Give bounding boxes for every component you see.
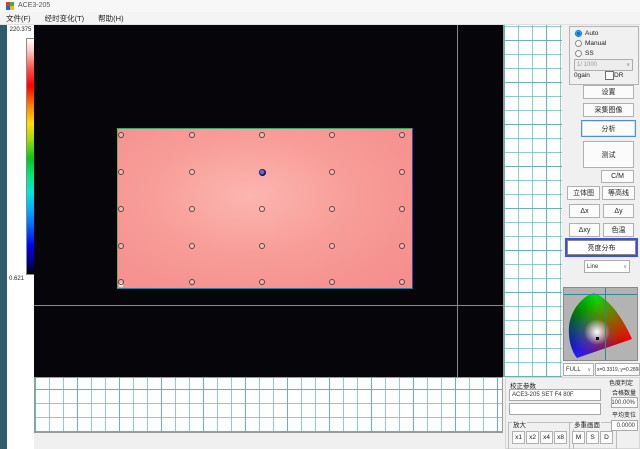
measure-point xyxy=(189,206,195,212)
measure-point xyxy=(118,169,124,175)
measure-point xyxy=(118,279,124,285)
avg-shift-value: 0.0000 xyxy=(611,420,638,431)
scale-max-value: 220.375 xyxy=(7,27,34,33)
zoom-x2-button[interactable]: x2 xyxy=(526,431,539,444)
data-grid-right xyxy=(503,25,565,377)
zoom-x8-button[interactable]: x8 xyxy=(554,431,567,444)
measure-point xyxy=(189,243,195,249)
measure-point xyxy=(189,279,195,285)
line-select-value: Line xyxy=(587,264,598,270)
preset-field-2[interactable] xyxy=(509,403,601,415)
line-select[interactable]: Line ∨ xyxy=(584,260,630,273)
radio-auto-label: Auto xyxy=(585,30,598,37)
cie-crosshair-horizontal xyxy=(564,294,637,295)
delta-x-button[interactable]: Δx xyxy=(569,204,600,218)
zoom-x1-button[interactable]: x1 xyxy=(512,431,525,444)
multi-d-button[interactable]: D xyxy=(600,431,613,444)
radio-ss-icon xyxy=(575,50,582,57)
shutter-select[interactable]: 1/ 1000 ∨ xyxy=(574,59,633,71)
scale-min-value: 0.621 xyxy=(9,276,34,282)
horizontal-split-line xyxy=(34,305,503,306)
delta-xy-button[interactable]: Δxy xyxy=(569,223,600,237)
menu-help[interactable]: 帮助(H) xyxy=(98,13,123,24)
dr-label: DR xyxy=(614,72,623,79)
cie-range-select[interactable]: FULL ∨ xyxy=(563,363,594,376)
measure-point xyxy=(329,206,335,212)
radio-auto[interactable]: Auto xyxy=(575,30,598,37)
settings-button[interactable]: 设置 xyxy=(583,85,634,99)
cie-coordinates: x=0.3319, y=0.2898 xyxy=(595,363,640,376)
chevron-down-icon: ∨ xyxy=(623,264,627,270)
cm-button[interactable]: C/M xyxy=(601,170,634,183)
measure-point xyxy=(259,132,265,138)
radio-auto-icon xyxy=(575,30,582,37)
analyze-button[interactable]: 分析 xyxy=(581,120,636,137)
measure-point xyxy=(118,206,124,212)
measure-point xyxy=(399,279,405,285)
cie-horseshoe xyxy=(564,288,637,360)
pass-count-value: 100.00% xyxy=(611,397,638,408)
shutter-value: 1/ 1000 xyxy=(577,62,597,68)
window-title: ACE3-205 xyxy=(18,2,50,9)
measure-point xyxy=(118,243,124,249)
vertical-split-line xyxy=(457,25,458,377)
measure-point xyxy=(259,279,265,285)
measure-point xyxy=(329,279,335,285)
preset-field[interactable]: ACE3-205 SET F4 80F xyxy=(509,389,601,401)
radio-manual[interactable]: Manual xyxy=(575,40,606,47)
app-window: ACE3-205 文件(F) 经时变化(T) 帮助(H) 220.375 0.6… xyxy=(0,0,640,449)
avg-shift-label: 平均变位 xyxy=(612,410,636,419)
pass-count-label: 合格数量 xyxy=(612,388,636,397)
measure-point xyxy=(329,169,335,175)
luminance-dist-button[interactable]: 亮度分布 xyxy=(567,240,636,255)
measure-point xyxy=(399,206,405,212)
measure-point xyxy=(259,243,265,249)
cie-diagram[interactable] xyxy=(563,287,638,361)
menu-file[interactable]: 文件(F) xyxy=(6,13,31,24)
zoom-label: 放大 xyxy=(512,419,527,429)
measure-point xyxy=(189,132,195,138)
cie-point-marker xyxy=(596,337,599,340)
measure-point xyxy=(259,169,265,175)
radio-manual-label: Manual xyxy=(585,40,606,47)
solid3d-button[interactable]: 立体图 xyxy=(567,186,600,200)
multi-screen-label: 多重画面 xyxy=(573,419,601,429)
capture-image-button[interactable]: 采集图像 xyxy=(583,103,634,117)
zoom-x4-button[interactable]: x4 xyxy=(540,431,553,444)
radio-manual-icon xyxy=(575,40,582,47)
measure-point xyxy=(399,169,405,175)
measure-area[interactable] xyxy=(117,128,413,289)
cie-range-value: FULL xyxy=(566,367,581,373)
test-button[interactable]: 测试 xyxy=(583,141,634,168)
measure-point xyxy=(118,132,124,138)
dr-checkbox[interactable] xyxy=(605,71,614,80)
left-edge-strip xyxy=(0,25,7,449)
delta-y-button[interactable]: Δy xyxy=(603,204,634,218)
contour-button[interactable]: 等高线 xyxy=(602,186,635,200)
judge-label: 色度判定 xyxy=(609,378,633,387)
measure-point xyxy=(399,132,405,138)
menu-time-change[interactable]: 经时变化(T) xyxy=(45,13,85,24)
radio-ss[interactable]: SS xyxy=(575,50,594,57)
capture-viewport[interactable] xyxy=(34,25,503,377)
cie-crosshair-vertical xyxy=(605,288,606,360)
gain-label: 0gain xyxy=(574,72,590,79)
measure-point xyxy=(329,132,335,138)
measure-point xyxy=(329,243,335,249)
chevron-down-icon: ∨ xyxy=(626,62,630,68)
color-temp-button[interactable]: 色温 xyxy=(603,223,634,237)
app-icon xyxy=(6,2,14,10)
measure-point xyxy=(189,169,195,175)
multi-m-button[interactable]: M xyxy=(572,431,585,444)
measure-point xyxy=(259,206,265,212)
data-grid-bottom xyxy=(34,377,503,433)
radio-ss-label: SS xyxy=(585,50,594,57)
multi-s-button[interactable]: S xyxy=(586,431,599,444)
chevron-down-icon: ∨ xyxy=(587,367,591,373)
menu-bar: 文件(F) 经时变化(T) 帮助(H) xyxy=(0,12,640,25)
measure-point xyxy=(399,243,405,249)
